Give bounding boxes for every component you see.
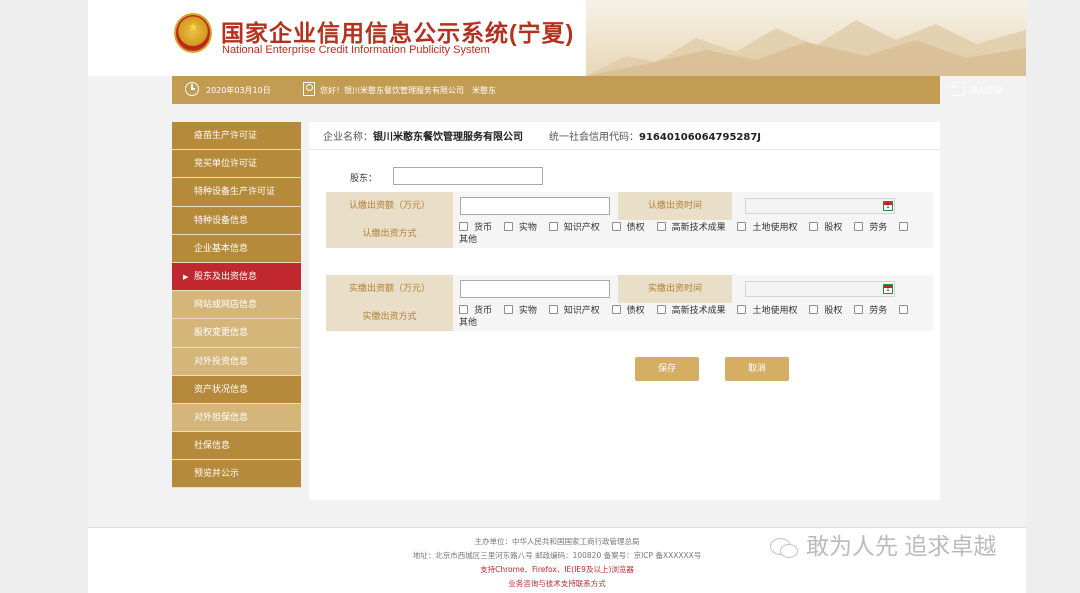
checkbox[interactable] — [854, 222, 864, 231]
sidebar-item-bidder-license[interactable]: 竞买单位许可证 — [172, 150, 301, 179]
cancel-button[interactable]: 取消 — [725, 357, 789, 381]
subscribed-method-label: 认缴出资方式 — [326, 220, 453, 248]
subscribed-method-physical[interactable]: 实物 — [503, 222, 537, 234]
checkbox[interactable] — [737, 222, 747, 231]
subscribed-method-equity[interactable]: 股权 — [809, 222, 842, 234]
sidebar-item-assets[interactable]: 资产状况信息 — [172, 375, 301, 404]
checkbox[interactable] — [503, 305, 513, 314]
clock-icon — [185, 82, 199, 96]
paid-method-labor[interactable]: 劳务 — [854, 305, 887, 317]
credit-code: 91640106064795287J — [639, 132, 762, 143]
page: ★ 国家企业信用信息公示系统(宁夏) National Enterprise C… — [88, 0, 1026, 593]
paid-method-label: 实缴出资方式 — [326, 303, 453, 331]
sidebar-item-guarantee[interactable]: 对外担保信息 — [172, 403, 301, 433]
paid-method-equity[interactable]: 股权 — [809, 305, 842, 317]
sidebar-item-shareholders[interactable]: 股东及出资信息 — [172, 262, 301, 292]
subscribed-time-label: 认缴出资时间 — [618, 192, 732, 220]
user-greeting: 您好！银川米憨东餐饮管理服务有限公司 米憨东 — [320, 86, 496, 95]
sidebar-item-investment[interactable]: 对外投资信息 — [172, 347, 301, 376]
company-info: 企业名称：银川米憨东餐饮管理服务有限公司 统一社会信用代码：91640106064… — [323, 128, 761, 143]
checkbox[interactable] — [854, 305, 864, 314]
checkbox[interactable] — [737, 305, 747, 314]
paid-amount-row: 实缴出资额（万元） 实缴出资时间 — [326, 275, 933, 303]
sidebar-item-social-security[interactable]: 社保信息 — [172, 432, 301, 461]
sidebar-item-basic-info[interactable]: 企业基本信息 — [172, 234, 301, 263]
subscribed-method-options: 货币 实物 知识产权 债权 高新技术成果 土地使用权 股权 劳务 其他 — [459, 222, 933, 246]
paid-method-ip[interactable]: 知识产权 — [548, 305, 600, 317]
paid-method-row: 实缴出资方式 货币 实物 知识产权 债权 高新技术成果 土地使用权 股权 劳务 … — [326, 303, 933, 331]
sidebar-item-vaccine-license[interactable]: 疫苗生产许可证 — [172, 122, 301, 151]
site-title-english: National Enterprise Credit Information P… — [222, 44, 490, 56]
subscribed-method-other: 其他 — [459, 235, 478, 245]
paid-method-land[interactable]: 土地使用权 — [737, 305, 797, 317]
checkbox[interactable] — [503, 222, 513, 231]
company-name: 银川米憨东餐饮管理服务有限公司 — [373, 132, 523, 143]
checkbox[interactable] — [809, 222, 819, 231]
paid-method-currency[interactable]: 货币 — [459, 305, 492, 317]
logout-link[interactable]: 退出登录 — [970, 85, 1002, 96]
checkbox[interactable] — [459, 305, 468, 314]
subscribed-method-labor[interactable]: 劳务 — [854, 222, 887, 234]
shareholder-input[interactable] — [393, 167, 543, 185]
paid-time-input[interactable] — [745, 281, 895, 297]
sidebar-item-website[interactable]: 网站或网店信息 — [172, 291, 301, 320]
checkbox[interactable] — [611, 222, 621, 231]
checkbox[interactable] — [899, 222, 909, 231]
checkbox[interactable] — [899, 305, 909, 314]
subscribed-amount-label: 认缴出资额（万元） — [326, 192, 453, 220]
save-button[interactable]: 保存 — [635, 357, 699, 381]
subscribed-method-ip[interactable]: 知识产权 — [548, 222, 600, 234]
subscribed-method-debt[interactable]: 债权 — [611, 222, 645, 234]
paid-method-hightech[interactable]: 高新技术成果 — [656, 305, 726, 317]
sidebar-item-equity-change[interactable]: 股权变更信息 — [172, 319, 301, 348]
subscribed-method-row: 认缴出资方式 货币 实物 知识产权 债权 高新技术成果 土地使用权 股权 劳务 … — [326, 220, 933, 248]
checkbox[interactable] — [548, 222, 558, 231]
calendar-icon[interactable] — [883, 201, 893, 211]
company-name-label: 企业名称： — [323, 132, 373, 143]
national-emblem-icon: ★ — [174, 13, 212, 53]
user-bar: 2020年03月10日 您好！银川米憨东餐饮管理服务有限公司 米憨东 退出登录 — [172, 76, 1002, 104]
watermark-text: 敢为人先 追求卓越 — [806, 533, 997, 559]
site-header: ★ 国家企业信用信息公示系统(宁夏) National Enterprise C… — [88, 0, 1026, 76]
checkbox[interactable] — [809, 305, 819, 314]
sidebar-nav: 疫苗生产许可证 竞买单位许可证 特种设备生产许可证 特种设备信息 企业基本信息 … — [172, 122, 301, 489]
paid-time-label: 实缴出资时间 — [618, 275, 732, 303]
paid-method-physical[interactable]: 实物 — [503, 305, 537, 317]
checkbox[interactable] — [548, 305, 558, 314]
footer-browser-support: 支持Chrome、Firefox、IE(IE9及以上)浏览器 — [480, 565, 634, 574]
credit-code-label: 统一社会信用代码： — [549, 132, 639, 143]
subscribed-method-hightech[interactable]: 高新技术成果 — [656, 222, 726, 234]
logout-icon[interactable] — [947, 80, 965, 96]
footer-support-contact[interactable]: 业务咨询与技术支持联系方式 — [88, 578, 1026, 589]
calendar-icon[interactable] — [883, 284, 893, 294]
divider — [309, 149, 940, 150]
paid-method-other: 其他 — [459, 318, 478, 328]
site-title: 国家企业信用信息公示系统(宁夏) — [221, 20, 575, 46]
checkbox[interactable] — [459, 222, 468, 231]
subscribed-method-other-checkbox[interactable] — [899, 222, 914, 234]
main-panel: 企业名称：银川米憨东餐饮管理服务有限公司 统一社会信用代码：91640106064… — [309, 122, 940, 500]
subscribed-method-currency[interactable]: 货币 — [459, 222, 492, 234]
paid-amount-label: 实缴出资额（万元） — [326, 275, 453, 303]
checkbox[interactable] — [611, 305, 621, 314]
paid-method-debt[interactable]: 债权 — [611, 305, 645, 317]
subscribed-method-land[interactable]: 土地使用权 — [737, 222, 797, 234]
checkbox[interactable] — [656, 305, 666, 314]
wechat-icon — [770, 536, 800, 558]
subscribed-amount-row: 认缴出资额（万元） 认缴出资时间 — [326, 192, 933, 220]
subscribed-time-input[interactable] — [745, 198, 895, 214]
sidebar-item-preview-publish[interactable]: 预览并公示 — [172, 460, 301, 489]
shareholder-label: 股东： — [350, 174, 378, 184]
wechat-watermark: 敢为人先 追求卓越 — [770, 528, 996, 564]
paid-method-other-checkbox[interactable] — [899, 305, 914, 317]
paid-amount-input[interactable] — [460, 280, 610, 298]
sidebar-item-special-equipment-info[interactable]: 特种设备信息 — [172, 206, 301, 235]
user-card-icon — [303, 82, 315, 96]
subscribed-amount-input[interactable] — [460, 197, 610, 215]
sidebar-item-special-equipment-license[interactable]: 特种设备生产许可证 — [172, 178, 301, 207]
header-mountain-decoration — [586, 0, 1026, 76]
checkbox[interactable] — [656, 222, 666, 231]
paid-method-options: 货币 实物 知识产权 债权 高新技术成果 土地使用权 股权 劳务 其他 — [459, 305, 933, 329]
current-date: 2020年03月10日 — [206, 86, 271, 95]
